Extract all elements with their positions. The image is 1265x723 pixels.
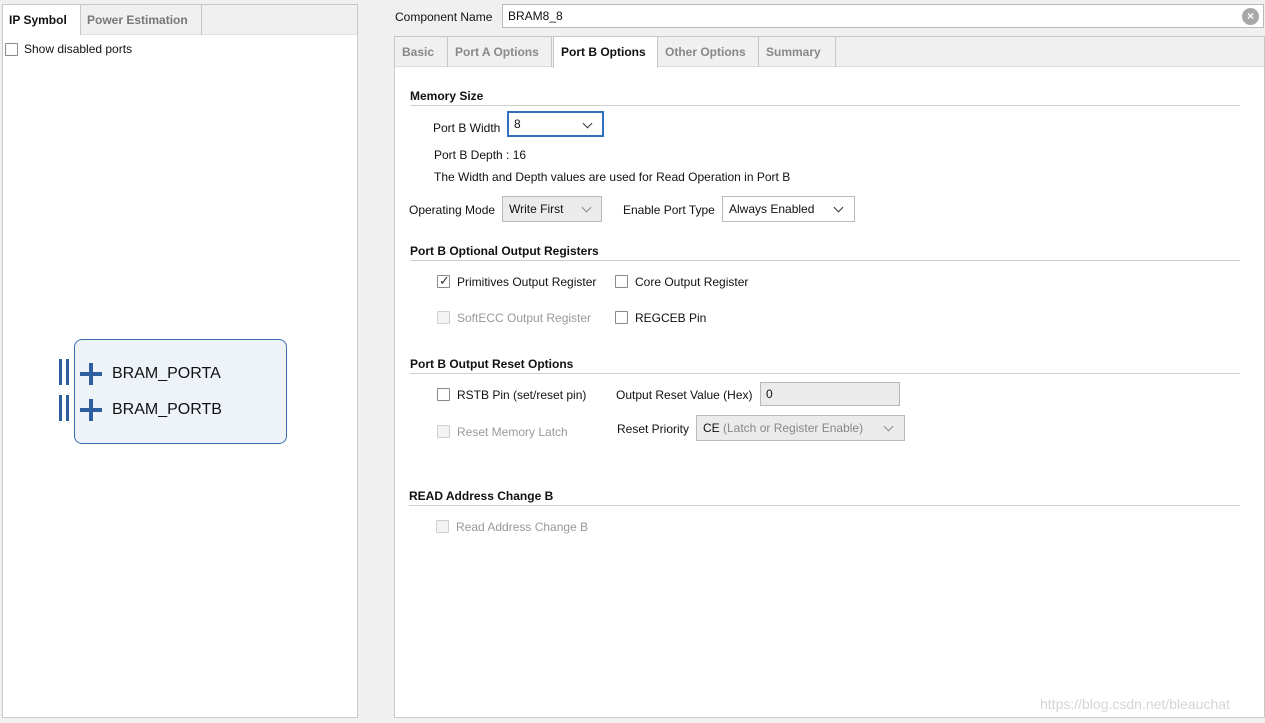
- tab-summary[interactable]: Summary: [759, 37, 836, 67]
- reset-memory-latch-label: Reset Memory Latch: [457, 425, 568, 439]
- port-a-bus-icon: [59, 359, 70, 385]
- component-name-input[interactable]: BRAM8_8: [502, 4, 1264, 28]
- rstb-pin-checkbox[interactable]: [437, 388, 450, 401]
- enable-port-type-label: Enable Port Type: [623, 203, 715, 217]
- regceb-pin-checkbox[interactable]: [615, 311, 628, 324]
- output-reset-value-label: Output Reset Value (Hex): [616, 388, 753, 402]
- operating-mode-select[interactable]: Write First: [502, 196, 602, 222]
- port-b-width-label: Port B Width: [433, 121, 501, 135]
- ip-block-symbol[interactable]: BRAM_PORTA BRAM_PORTB: [74, 339, 287, 444]
- chevron-down-icon: [582, 118, 593, 129]
- reset-priority-value: CE: [703, 421, 720, 435]
- section-divider: [410, 260, 1240, 261]
- core-output-register-label: Core Output Register: [635, 275, 749, 289]
- rstb-pin-label: RSTB Pin (set/reset pin): [457, 388, 587, 402]
- chevron-down-icon: [883, 421, 894, 432]
- tab-power-estimation[interactable]: Power Estimation: [81, 5, 202, 35]
- ip-symbol-panel: IP Symbol Power Estimation Show disabled…: [2, 4, 358, 718]
- port-b-width-select[interactable]: 8: [507, 111, 604, 137]
- port-b-depth-text: Port B Depth : 16: [434, 148, 527, 162]
- softecc-output-register-checkbox[interactable]: [437, 311, 450, 324]
- core-output-register-checkbox[interactable]: [615, 275, 628, 288]
- section-title-reset-options: Port B Output Reset Options: [410, 357, 574, 371]
- port-label-portb: BRAM_PORTB: [112, 401, 222, 418]
- checkmark-icon: ✓: [439, 273, 450, 288]
- tab-other-options[interactable]: Other Options: [658, 37, 759, 67]
- operating-mode-value: Write First: [509, 202, 564, 216]
- read-address-change-b-checkbox[interactable]: [436, 520, 449, 533]
- tab-ip-symbol[interactable]: IP Symbol: [3, 5, 81, 35]
- reset-priority-label: Reset Priority: [617, 422, 690, 436]
- component-name-label: Component Name: [395, 10, 493, 24]
- chevron-down-icon: [833, 202, 844, 213]
- section-title-output-registers: Port B Optional Output Registers: [410, 244, 599, 258]
- width-depth-note: The Width and Depth values are used for …: [434, 170, 791, 184]
- reset-memory-latch-checkbox[interactable]: [437, 425, 450, 438]
- section-title-read-address: READ Address Change B: [409, 489, 554, 503]
- expand-porta-icon[interactable]: [80, 363, 102, 385]
- port-b-bus-icon: [59, 395, 70, 421]
- regceb-pin-label: REGCEB Pin: [635, 311, 707, 325]
- read-address-change-b-label: Read Address Change B: [456, 520, 589, 534]
- operating-mode-label: Operating Mode: [409, 203, 496, 217]
- enable-port-type-select[interactable]: Always Enabled: [722, 196, 855, 222]
- watermark: https://blog.csdn.net/bleauchat: [1040, 696, 1230, 712]
- section-divider: [410, 373, 1240, 374]
- clear-icon[interactable]: ×: [1242, 8, 1259, 25]
- port-label-porta: BRAM_PORTA: [112, 365, 221, 382]
- options-tab-bar: Basic Port A Options Port B Options Othe…: [395, 37, 1264, 68]
- tab-port-b-options[interactable]: Port B Options: [553, 37, 658, 68]
- section-divider: [409, 505, 1240, 506]
- tab-basic[interactable]: Basic: [395, 37, 448, 67]
- section-title-memory-size: Memory Size: [410, 89, 484, 103]
- reset-priority-select[interactable]: CE (Latch or Register Enable): [696, 415, 905, 441]
- reset-priority-value-detail: (Latch or Register Enable): [719, 421, 864, 435]
- port-b-width-value: 8: [514, 117, 521, 131]
- output-reset-value-input[interactable]: 0: [760, 382, 900, 406]
- softecc-output-register-label: SoftECC Output Register: [457, 311, 592, 325]
- expand-portb-icon[interactable]: [80, 399, 102, 421]
- chevron-down-icon: [581, 202, 592, 213]
- left-tab-bar: IP Symbol Power Estimation: [3, 5, 357, 35]
- show-disabled-ports-checkbox[interactable]: [5, 43, 18, 56]
- tab-port-a-options[interactable]: Port A Options: [448, 37, 552, 67]
- section-divider: [410, 105, 1240, 106]
- customization-panel: Basic Port A Options Port B Options Othe…: [394, 36, 1265, 718]
- primitives-output-register-checkbox[interactable]: ✓: [437, 273, 450, 288]
- primitives-output-register-label: Primitives Output Register: [457, 275, 597, 289]
- enable-port-type-value: Always Enabled: [729, 202, 815, 216]
- show-disabled-ports-label: Show disabled ports: [24, 42, 133, 56]
